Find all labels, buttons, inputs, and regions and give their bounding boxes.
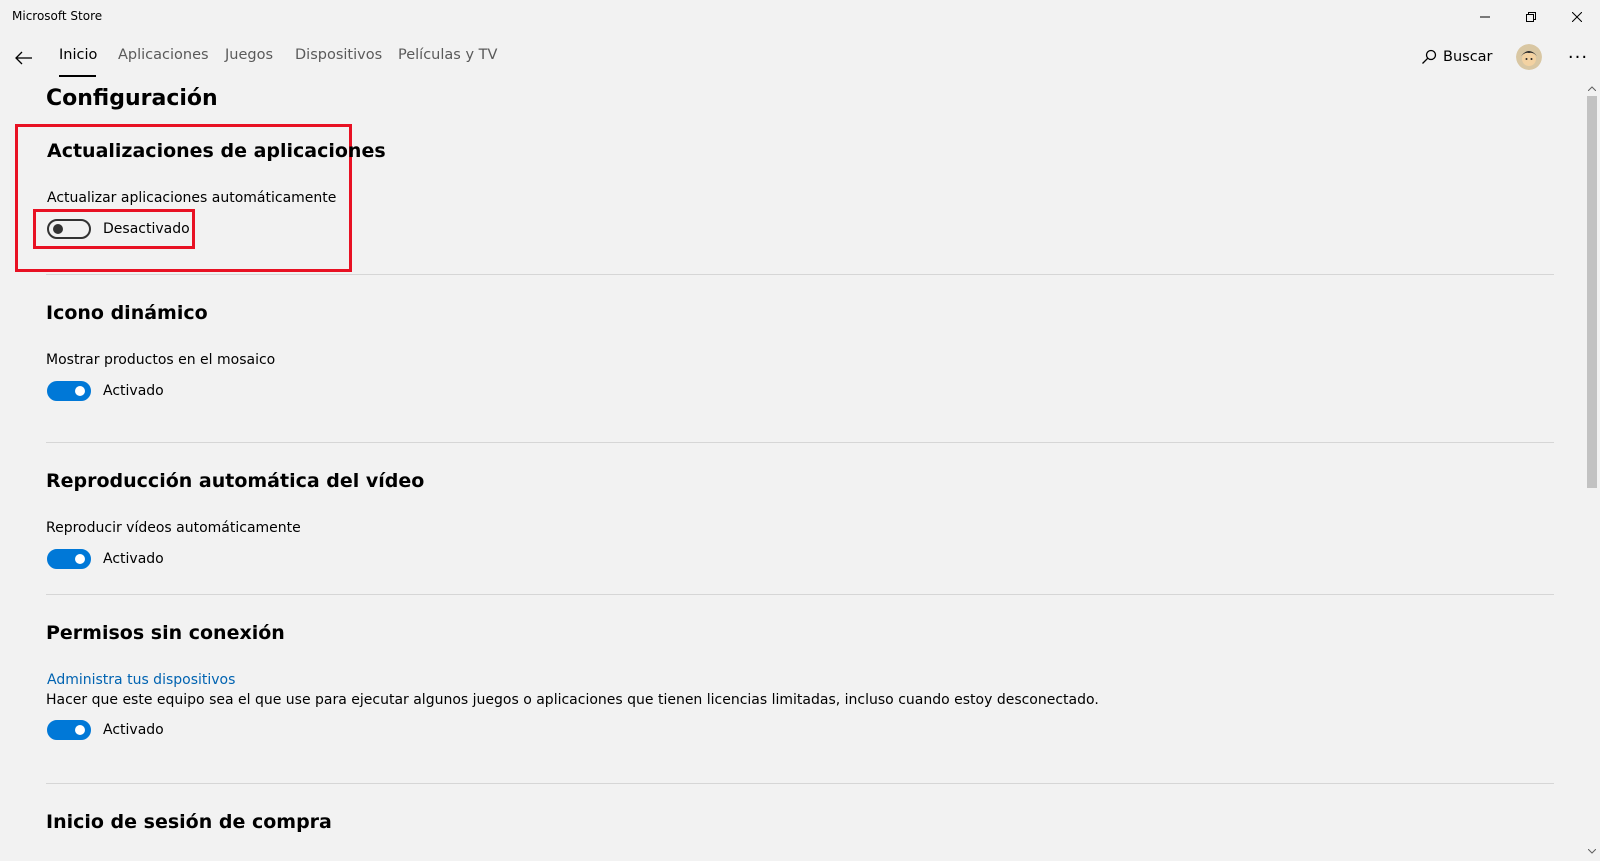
video-autoplay-label: Reproducir vídeos automáticamente: [46, 520, 301, 536]
tab-juegos[interactable]: Juegos: [225, 47, 273, 63]
section-title: Icono dinámico: [46, 302, 208, 324]
section-title: Reproducción automática del vídeo: [46, 470, 425, 492]
section-title: Inicio de sesión de compra: [46, 811, 332, 833]
toggle-knob: [53, 224, 63, 234]
toggle-state-label: Activado: [103, 383, 164, 399]
back-arrow-icon: [15, 51, 32, 65]
toggle-state-label: Desactivado: [103, 221, 190, 237]
toggle-knob: [75, 725, 85, 735]
chevron-up-icon: [1588, 85, 1596, 91]
back-button[interactable]: [8, 42, 40, 74]
divider: [46, 594, 1554, 595]
tab-inicio[interactable]: Inicio: [59, 47, 97, 63]
section-offline-permissions: Permisos sin conexión: [46, 622, 1554, 644]
settings-content: Configuración Actualizaciones de aplicac…: [0, 80, 1600, 861]
tab-peliculas-tv[interactable]: Películas y TV: [398, 47, 497, 63]
scroll-down-button[interactable]: [1584, 843, 1600, 859]
offline-permissions-description: Hacer que este equipo sea el que use par…: [46, 692, 1099, 708]
chevron-down-icon: [1588, 848, 1596, 854]
scroll-thumb[interactable]: [1587, 96, 1597, 488]
app-title: Microsoft Store: [12, 9, 103, 23]
search-icon: [1422, 49, 1437, 64]
page-title: Configuración: [46, 86, 218, 111]
active-tab-indicator: [59, 75, 96, 77]
live-tile-label: Mostrar productos en el mosaico: [46, 352, 276, 368]
divider: [46, 274, 1554, 275]
more-options-button[interactable]: ···: [1564, 44, 1592, 70]
tab-aplicaciones[interactable]: Aplicaciones: [118, 47, 209, 63]
tab-dispositivos[interactable]: Dispositivos: [295, 47, 382, 63]
divider: [46, 783, 1554, 784]
nav-bar: Inicio Aplicaciones Juegos Dispositivos …: [0, 34, 1600, 80]
manage-devices-link[interactable]: Administra tus dispositivos: [47, 672, 235, 688]
auto-update-toggle[interactable]: [47, 219, 91, 239]
section-live-tile: Icono dinámico: [46, 302, 1554, 324]
restore-button[interactable]: [1508, 0, 1554, 34]
close-icon: [1572, 12, 1582, 22]
section-app-updates: Actualizaciones de aplicaciones: [47, 140, 1555, 162]
restore-icon: [1526, 12, 1536, 22]
minimize-button[interactable]: [1462, 0, 1508, 34]
search-label: Buscar: [1443, 49, 1493, 65]
section-purchase-sign-in: Inicio de sesión de compra: [46, 811, 1554, 833]
search-button[interactable]: Buscar: [1421, 45, 1493, 69]
live-tile-toggle[interactable]: [47, 381, 91, 401]
section-title: Actualizaciones de aplicaciones: [47, 140, 386, 162]
user-avatar-icon: [1516, 44, 1542, 70]
video-autoplay-toggle[interactable]: [47, 549, 91, 569]
live-tile-toggle-row[interactable]: Activado: [47, 381, 164, 401]
minimize-icon: [1480, 16, 1490, 18]
title-bar: Microsoft Store: [0, 0, 1600, 34]
offline-permissions-toggle[interactable]: [47, 720, 91, 740]
section-title: Permisos sin conexión: [46, 622, 285, 644]
auto-update-label: Actualizar aplicaciones automáticamente: [47, 190, 337, 206]
toggle-knob: [75, 554, 85, 564]
toggle-state-label: Activado: [103, 551, 164, 567]
avatar[interactable]: [1516, 44, 1542, 70]
vertical-scrollbar[interactable]: [1584, 80, 1600, 861]
offline-permissions-toggle-row[interactable]: Activado: [47, 720, 164, 740]
video-autoplay-toggle-row[interactable]: Activado: [47, 549, 164, 569]
scroll-up-button[interactable]: [1584, 80, 1600, 96]
toggle-state-label: Activado: [103, 722, 164, 738]
divider: [46, 442, 1554, 443]
close-button[interactable]: [1554, 0, 1600, 34]
section-video-autoplay: Reproducción automática del vídeo: [46, 470, 1554, 492]
toggle-knob: [75, 386, 85, 396]
auto-update-toggle-row[interactable]: Desactivado: [47, 219, 190, 239]
